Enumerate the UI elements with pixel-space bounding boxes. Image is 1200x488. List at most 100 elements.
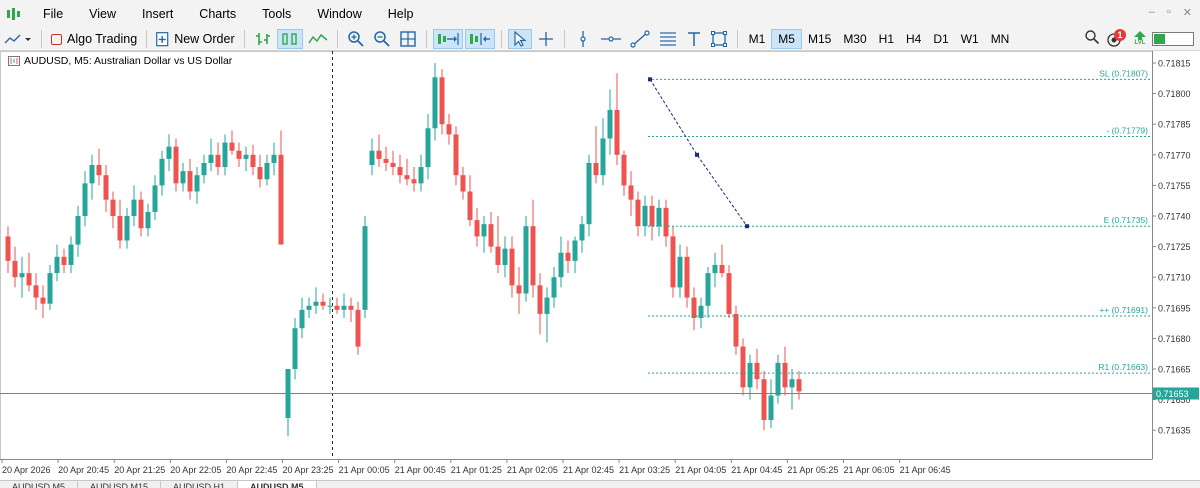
chart-window[interactable]: AUDUSD, M5: Australian Dollar vs US Doll… bbox=[0, 51, 1200, 480]
cursor-button[interactable] bbox=[507, 29, 532, 49]
trendline-button[interactable] bbox=[627, 29, 653, 49]
candlestick-button[interactable] bbox=[276, 29, 303, 49]
candle-body bbox=[705, 273, 711, 306]
timeframe-m15[interactable]: M15 bbox=[802, 29, 837, 49]
zoom-in-button[interactable] bbox=[344, 29, 368, 49]
candle-body bbox=[600, 138, 606, 176]
time-tick-label: 20 Apr 22:45 bbox=[226, 465, 277, 475]
menu-file[interactable]: File bbox=[30, 0, 76, 28]
menu-tools[interactable]: Tools bbox=[249, 0, 304, 28]
toolbar-right: 1 LVL bbox=[1084, 28, 1194, 48]
fibonacci-button[interactable] bbox=[655, 29, 681, 49]
toolbar-separator bbox=[500, 30, 502, 48]
notifications-button[interactable]: 1 bbox=[1106, 28, 1128, 48]
timeframe-group: M1 M5 M15 M30 H1 H4 D1 W1 MN bbox=[743, 29, 1016, 49]
menu-window[interactable]: Window bbox=[304, 0, 374, 28]
candle-body bbox=[341, 305, 347, 310]
price-tick-label: 0.71740 bbox=[1158, 212, 1191, 222]
candle-body bbox=[334, 305, 340, 310]
candle-body bbox=[418, 167, 424, 184]
time-tick-label: 21 Apr 04:45 bbox=[731, 465, 782, 475]
candle-body bbox=[586, 162, 592, 225]
candle-body bbox=[215, 154, 221, 168]
shapes-button[interactable] bbox=[707, 29, 731, 49]
candle-body bbox=[593, 162, 599, 176]
menu-insert[interactable]: Insert bbox=[129, 0, 186, 28]
price-chart[interactable]: 0.71815 0.71800 0.71785 0.71770 0.71755 0.717… bbox=[0, 51, 1200, 480]
candle-body bbox=[726, 273, 732, 314]
notification-badge: 1 bbox=[1114, 28, 1126, 41]
candle-body bbox=[684, 256, 690, 298]
candle-body bbox=[642, 205, 648, 227]
candle-body bbox=[166, 146, 172, 159]
candle-body bbox=[327, 305, 333, 307]
chart-type-dropdown[interactable] bbox=[1, 29, 35, 49]
crosshair-icon bbox=[538, 32, 553, 46]
candle-body bbox=[124, 216, 130, 241]
candle-body bbox=[173, 146, 179, 184]
candle-body bbox=[82, 183, 88, 216]
chart-shift-button[interactable] bbox=[464, 29, 495, 49]
candle-body bbox=[68, 244, 74, 265]
candle-body bbox=[565, 252, 571, 261]
new-order-button[interactable]: New Order bbox=[153, 29, 237, 49]
new-order-label: New Order bbox=[174, 32, 235, 46]
candle-body bbox=[369, 150, 375, 165]
timeframe-m1[interactable]: M1 bbox=[743, 29, 772, 49]
bar-chart-button[interactable] bbox=[251, 29, 275, 49]
price-tick-label: 0.71815 bbox=[1158, 59, 1191, 69]
timeframe-m5[interactable]: M5 bbox=[771, 29, 802, 49]
close-icon[interactable]: ✕ bbox=[1183, 6, 1192, 19]
restore-icon[interactable]: ▫ bbox=[1167, 6, 1171, 19]
time-tick-label: 21 Apr 02:05 bbox=[507, 465, 558, 475]
candle-body bbox=[355, 309, 361, 347]
price-tick-label: 0.71725 bbox=[1158, 242, 1191, 252]
toolbar-separator bbox=[736, 30, 738, 48]
metatrader-logo-icon bbox=[6, 7, 24, 21]
candle-body bbox=[257, 167, 263, 180]
menu-help[interactable]: Help bbox=[375, 0, 427, 28]
time-tick-label: 20 Apr 22:05 bbox=[170, 465, 221, 475]
trendline-handle bbox=[648, 77, 652, 82]
timeframe-d1[interactable]: D1 bbox=[927, 29, 954, 49]
crosshair-button[interactable] bbox=[534, 29, 558, 49]
candle-body bbox=[754, 362, 760, 380]
candle-body bbox=[264, 162, 270, 180]
text-tool-button[interactable] bbox=[683, 29, 705, 49]
menu-view[interactable]: View bbox=[76, 0, 129, 28]
auto-scroll-button[interactable] bbox=[432, 29, 463, 49]
window-controls: ‒ ▫ ✕ bbox=[1149, 6, 1192, 19]
horizontal-line-button[interactable] bbox=[597, 29, 625, 49]
candle-body bbox=[306, 305, 312, 310]
candle-body bbox=[75, 216, 81, 245]
level-label: E (0.71735) bbox=[1104, 215, 1149, 225]
timeframe-h4[interactable]: H4 bbox=[900, 29, 927, 49]
algo-trading-label: Algo Trading bbox=[67, 32, 138, 46]
vertical-line-button[interactable] bbox=[571, 29, 595, 49]
zoom-out-button[interactable] bbox=[370, 29, 394, 49]
timeframe-mn[interactable]: MN bbox=[985, 29, 1016, 49]
candle-body bbox=[649, 205, 655, 227]
minimize-icon[interactable]: ‒ bbox=[1149, 6, 1155, 19]
time-tick-label: 21 Apr 04:05 bbox=[675, 465, 726, 475]
candle-body bbox=[656, 207, 662, 227]
line-chart-button[interactable] bbox=[305, 29, 331, 49]
menu-charts[interactable]: Charts bbox=[186, 0, 249, 28]
algo-trading-button[interactable]: Algo Trading bbox=[48, 29, 140, 49]
candle-body bbox=[250, 154, 256, 168]
candle-body bbox=[481, 224, 487, 237]
timeframe-w1[interactable]: W1 bbox=[955, 29, 985, 49]
toolbar-separator bbox=[41, 30, 42, 48]
price-tick-label: 0.71635 bbox=[1158, 426, 1191, 436]
signal-level-icon: LVL bbox=[1134, 30, 1146, 47]
candle-body bbox=[145, 211, 151, 229]
timeframe-h1[interactable]: H1 bbox=[873, 29, 900, 49]
chart-shift-icon bbox=[469, 33, 490, 45]
tile-windows-button[interactable] bbox=[396, 29, 420, 49]
candle-body bbox=[495, 246, 501, 265]
candle-body bbox=[460, 175, 466, 192]
candle-body bbox=[453, 134, 459, 176]
timeframe-m30[interactable]: M30 bbox=[837, 29, 872, 49]
search-button[interactable] bbox=[1084, 29, 1100, 48]
time-tick-label: 21 Apr 00:45 bbox=[395, 465, 446, 475]
